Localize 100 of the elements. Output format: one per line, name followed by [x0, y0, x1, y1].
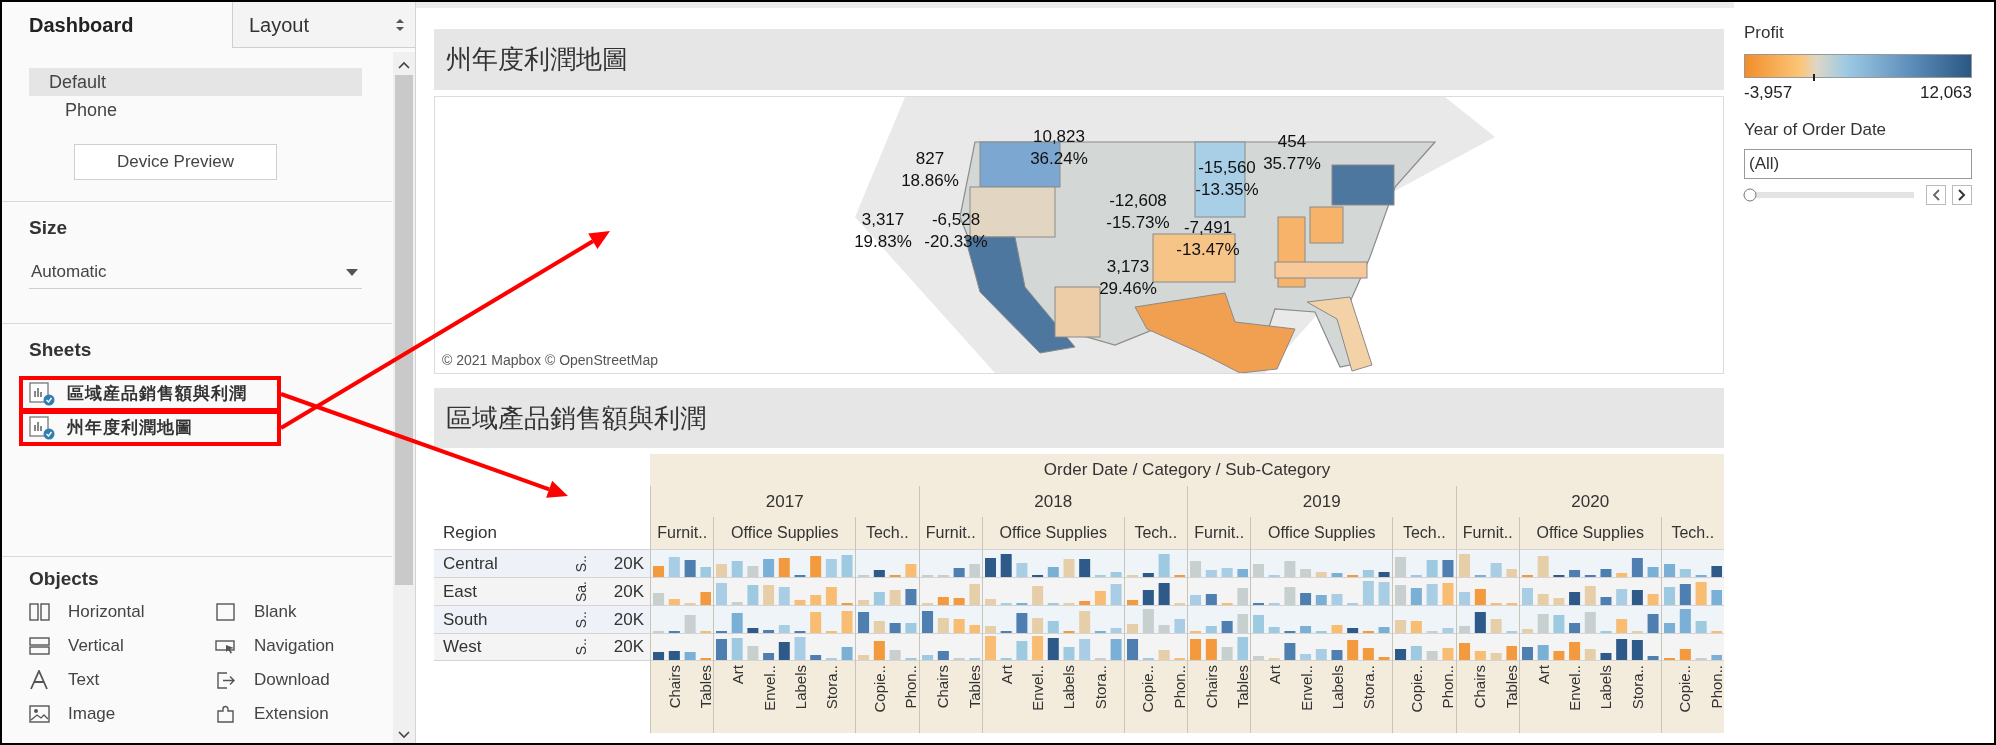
device-item[interactable]: Phone	[29, 96, 362, 124]
sub-category-label: Tables	[698, 665, 714, 709]
category-header: Office Supplies	[1267, 523, 1377, 543]
sub-category-label: Labels	[792, 665, 808, 710]
year-header: 2020	[1570, 490, 1611, 513]
bar-chart-drawing	[1458, 589, 1517, 605]
filter-field[interactable]: (All)	[1744, 148, 1972, 179]
axis-title: Sa.	[574, 581, 590, 602]
map-label: 10,823 36.24%	[1030, 126, 1088, 170]
object-item[interactable]: Horizontal	[68, 599, 145, 625]
scroll-up-icon	[398, 61, 410, 69]
row-label: Central	[442, 552, 499, 575]
horizontal-layout-icon	[29, 602, 50, 622]
object-item[interactable]: Download	[254, 667, 330, 693]
vertical-layout-icon	[29, 636, 50, 656]
bar-chart-drawing	[1126, 639, 1185, 660]
sub-category-label: Phon..	[1708, 665, 1724, 709]
sub-category-label: Tables	[1235, 665, 1251, 709]
sub-category-label: Art	[730, 665, 746, 685]
sub-category-label: Phon..	[1440, 665, 1456, 709]
object-item[interactable]: Image	[68, 701, 116, 727]
axis-tick: 20K	[613, 636, 645, 659]
bar-chart-drawing	[1663, 582, 1722, 605]
image-icon	[29, 704, 50, 724]
category-header: Tech..	[1401, 523, 1447, 543]
device-preview-button[interactable]: Device Preview	[74, 144, 277, 180]
column-header: Order Date / Category / Sub-Category	[1042, 459, 1332, 482]
chevron-right-icon	[1958, 188, 1966, 201]
map-label: 827 18.86%	[901, 148, 959, 192]
text-icon	[29, 670, 50, 690]
bar-chart-drawing	[1126, 583, 1185, 605]
bar-chart-drawing	[858, 589, 917, 605]
sub-category-label: Stora..	[1361, 665, 1377, 710]
axis-tick: 20K	[613, 608, 645, 631]
map-label: 3,317 19.83%	[854, 209, 912, 253]
sub-category-label: Stora..	[1092, 665, 1108, 710]
axis-tick: 20K	[613, 552, 645, 575]
row-label: East	[442, 580, 479, 603]
section-heading: Sheets	[29, 337, 93, 362]
sub-category-label: Phon..	[1171, 665, 1187, 709]
sub-category-label: Envel..	[761, 665, 777, 711]
legend-title: Profit	[1744, 22, 1785, 44]
object-item[interactable]: Navigation	[254, 633, 335, 659]
sheet-item[interactable]: 區域産品銷售額與利潤	[67, 381, 247, 407]
sub-category-label: Chairs	[1203, 665, 1219, 709]
row-label: West	[442, 636, 483, 659]
category-header: Tech..	[864, 523, 910, 543]
slider-track[interactable]	[1744, 191, 1914, 198]
object-item[interactable]: Vertical	[68, 633, 124, 659]
tab[interactable]: Layout	[232, 2, 415, 48]
sub-category-label: Art	[1535, 665, 1551, 685]
section-heading: Objects	[29, 566, 100, 591]
legend-min-value: -3,957	[1744, 81, 1793, 104]
dropdown-caret-icon	[346, 268, 358, 276]
bar-chart-drawing	[921, 584, 980, 605]
section-heading: Size	[29, 216, 69, 240]
sub-category-label: Envel..	[1298, 665, 1314, 711]
sheet-icon	[29, 416, 55, 440]
category-header: Office Supplies	[998, 523, 1108, 543]
filter-title: Year of Order Date	[1744, 119, 1888, 141]
object-item[interactable]: Blank	[254, 599, 297, 625]
bar-chart-drawing	[858, 612, 917, 633]
chevron-left-icon	[1932, 188, 1940, 201]
sheet-title: 州年度利潤地圖	[434, 29, 1724, 90]
map-label: 454 35.77%	[1263, 131, 1321, 175]
sub-category-label: Envel..	[1030, 665, 1046, 711]
axis-title: S..	[574, 554, 590, 573]
axis-tick: 20K	[613, 580, 645, 603]
map-label: -15,560 -13.35%	[1195, 157, 1259, 201]
category-header: Office Supplies	[730, 523, 840, 543]
device-item[interactable]: Default	[29, 68, 362, 96]
sub-category-label: Art	[998, 665, 1014, 685]
puzzle-icon	[215, 704, 236, 724]
category-header: Furnit..	[924, 523, 977, 543]
sub-category-label: Chairs	[1472, 665, 1488, 709]
category-header: Furnit..	[656, 523, 709, 543]
sub-category-label: Phon..	[903, 665, 919, 709]
category-header: Furnit..	[1193, 523, 1246, 543]
category-header: Office Supplies	[1535, 523, 1645, 543]
axis-title: S..	[574, 610, 590, 629]
sub-category-label: Labels	[1329, 665, 1345, 710]
map-label: 3,173 29.46%	[1099, 256, 1157, 300]
map-label: -7,491 -13.47%	[1176, 217, 1240, 261]
bar-chart-drawing	[1126, 554, 1185, 577]
object-item[interactable]: Text	[68, 667, 100, 693]
scrollbar[interactable]	[393, 52, 415, 743]
slider-thumb[interactable]	[1743, 188, 1757, 201]
object-item[interactable]: Extension	[254, 701, 329, 727]
category-header: Furnit..	[1461, 523, 1514, 543]
scroll-down-icon	[398, 731, 410, 739]
sub-category-label: Copie..	[1408, 665, 1424, 713]
sheet-item[interactable]: 州年度利潤地圖	[67, 415, 193, 441]
sub-category-label: Tables	[1503, 665, 1519, 709]
bar-chart-drawing	[653, 651, 712, 660]
sub-category-label: Copie..	[1677, 665, 1693, 713]
size-dropdown[interactable]: Automatic	[29, 256, 362, 289]
previous-button[interactable]	[1926, 184, 1946, 205]
next-button[interactable]	[1952, 184, 1972, 205]
download-icon	[215, 670, 236, 690]
bar-chart-drawing	[1190, 637, 1249, 660]
